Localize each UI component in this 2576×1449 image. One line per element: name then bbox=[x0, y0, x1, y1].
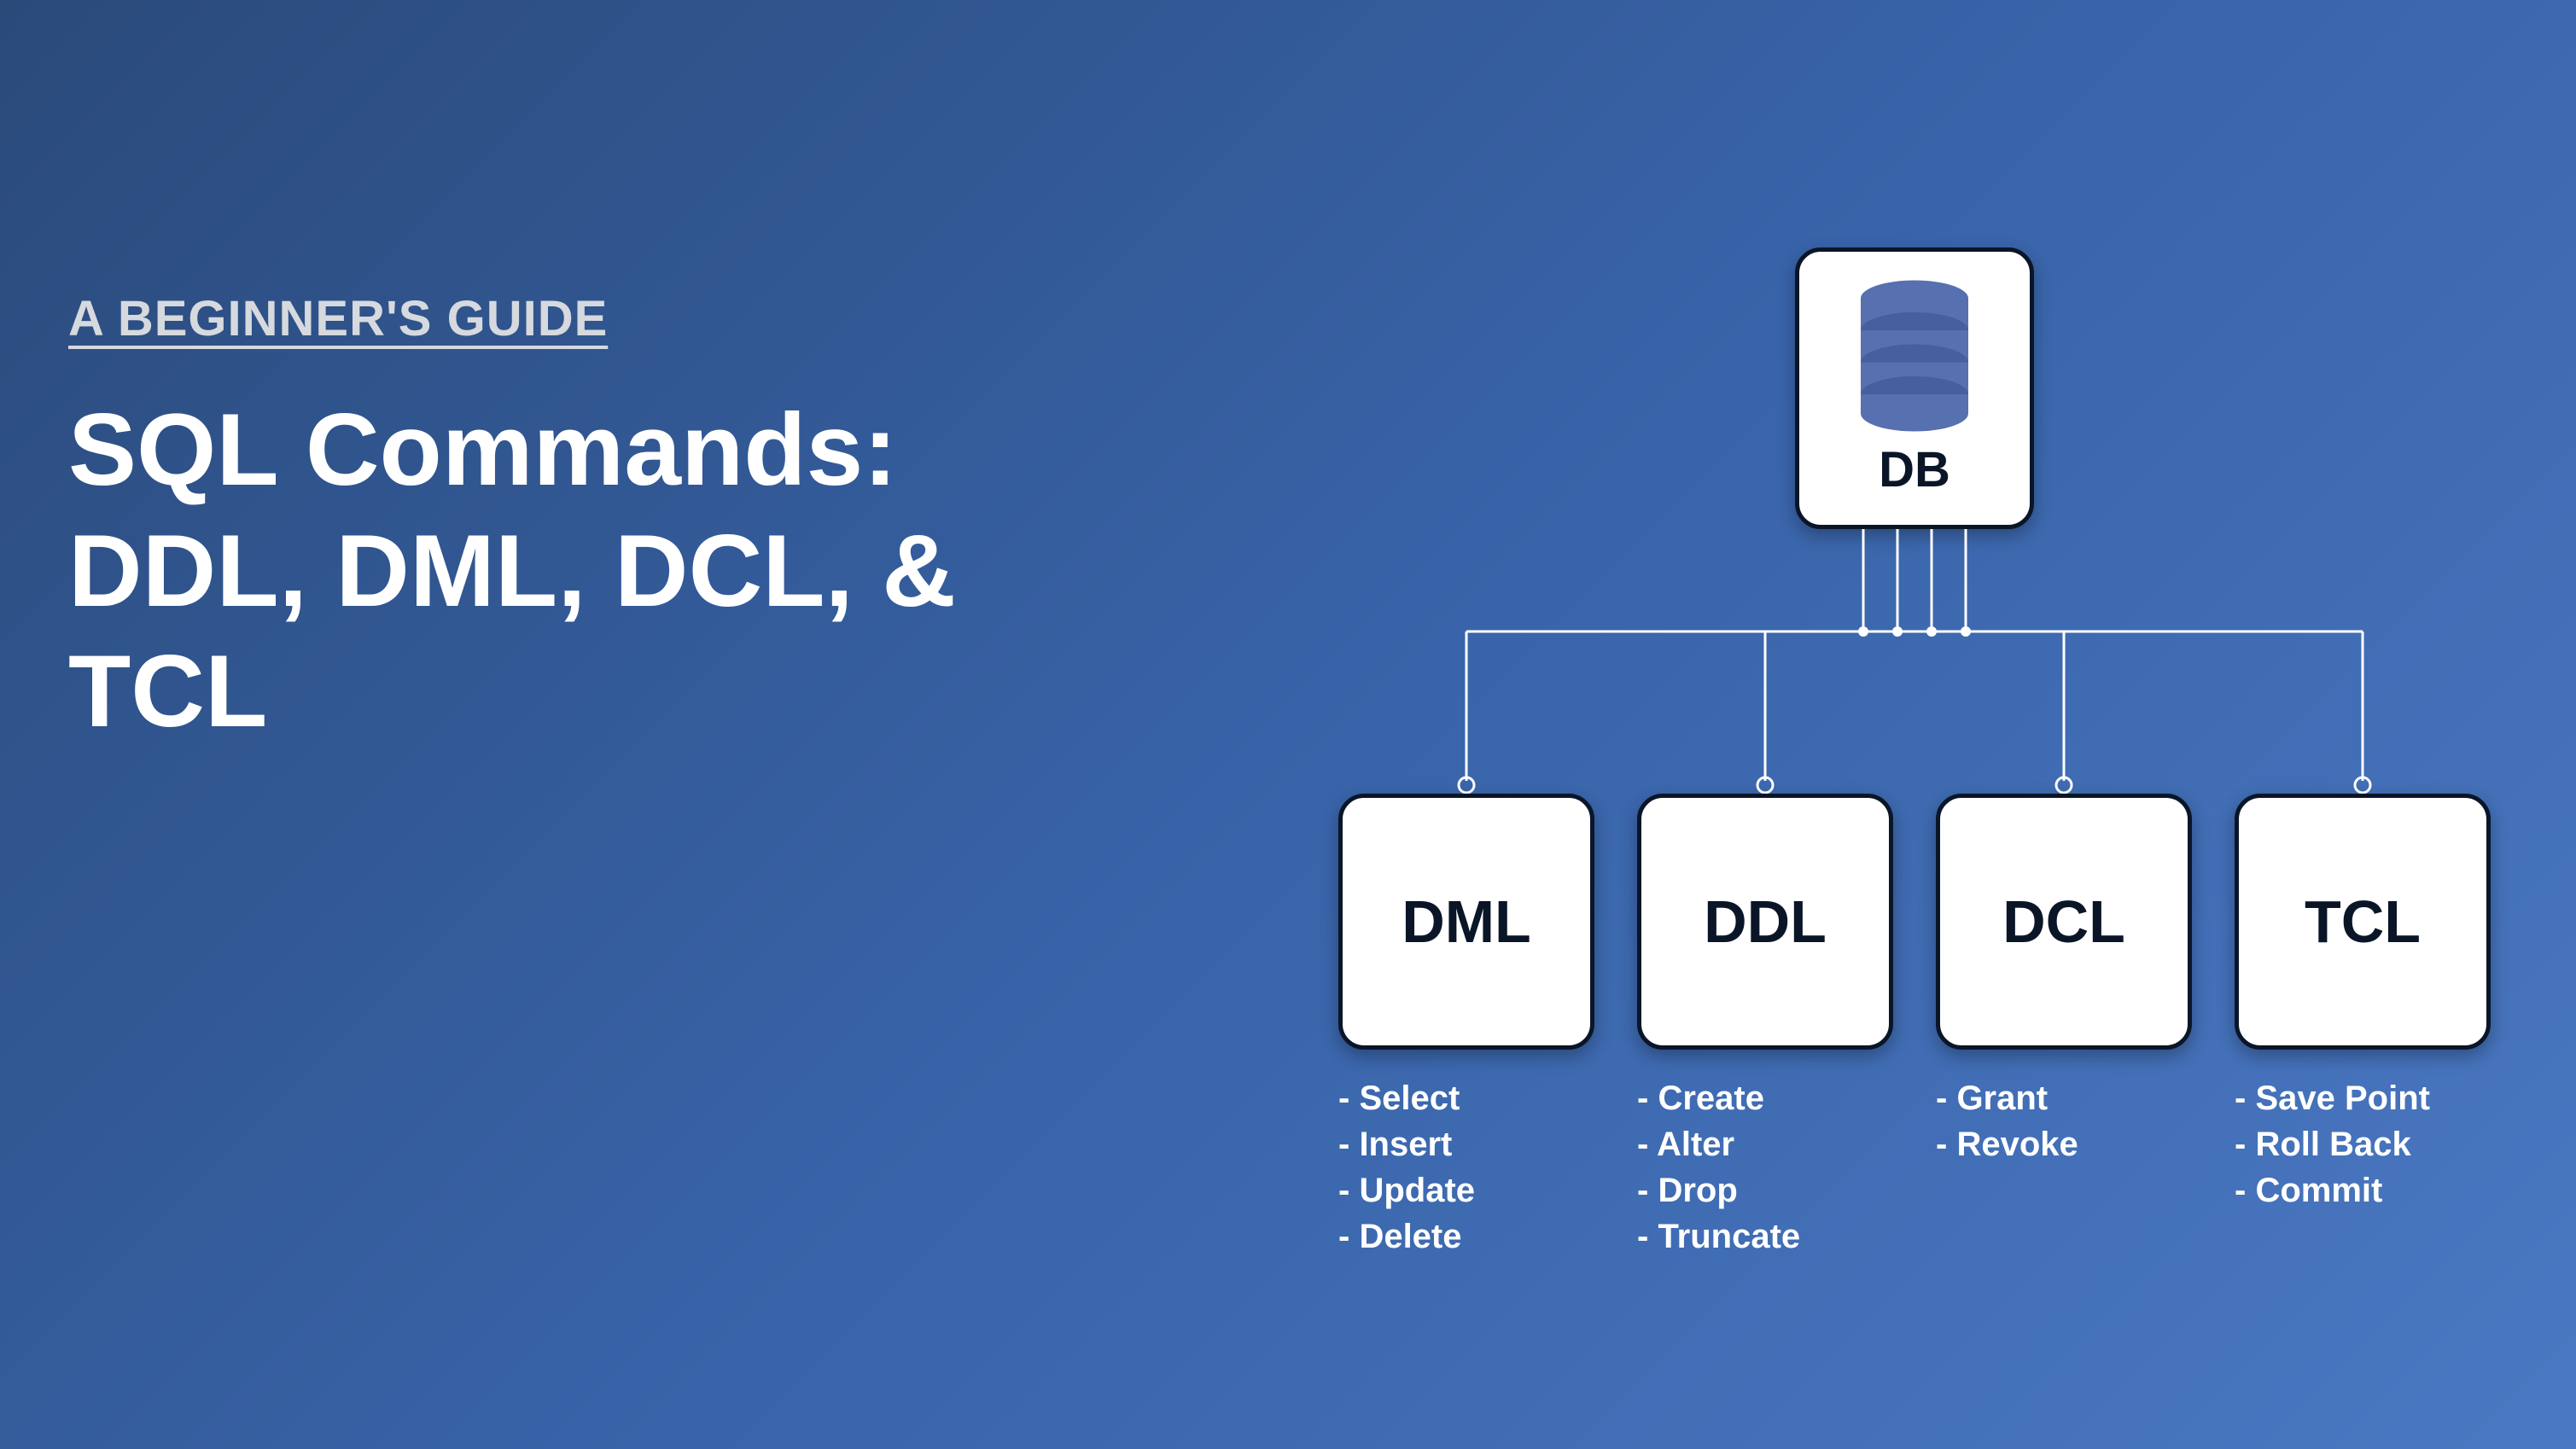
db-label: DB bbox=[1879, 441, 1950, 498]
db-root-node: DB bbox=[1795, 247, 2034, 529]
command-list-ddl: Create Alter Drop Truncate bbox=[1637, 1075, 1893, 1260]
sql-commands-diagram: DB DML DDL DCL TCL bbox=[1338, 247, 2491, 1272]
command-item: Insert bbox=[1338, 1121, 1594, 1167]
subtitle: A BEGINNER'S GUIDE bbox=[68, 290, 956, 347]
category-box-dcl: DCL bbox=[1936, 794, 2192, 1050]
connector-lines bbox=[1338, 529, 2491, 794]
title-line-2: DDL, DML, DCL, & bbox=[68, 511, 956, 632]
category-label: DML bbox=[1402, 887, 1531, 956]
category-label: DDL bbox=[1704, 887, 1827, 956]
commands-row: Select Insert Update Delete Create Alter… bbox=[1338, 1075, 2491, 1260]
title-line-3: TCL bbox=[68, 631, 956, 753]
command-item: Roll Back bbox=[2235, 1121, 2491, 1167]
command-item: Select bbox=[1338, 1075, 1594, 1121]
category-label: DCL bbox=[2002, 887, 2125, 956]
command-item: Commit bbox=[2235, 1167, 2491, 1213]
command-item: Drop bbox=[1637, 1167, 1893, 1213]
category-row: DML DDL DCL TCL bbox=[1338, 794, 2491, 1050]
command-item: Grant bbox=[1936, 1075, 2192, 1121]
category-box-tcl: TCL bbox=[2235, 794, 2491, 1050]
database-icon bbox=[1850, 279, 1979, 433]
title-line-1: SQL Commands: bbox=[68, 390, 956, 511]
command-list-tcl: Save Point Roll Back Commit bbox=[2235, 1075, 2491, 1260]
command-item: Revoke bbox=[1936, 1121, 2192, 1167]
command-list-dcl: Grant Revoke bbox=[1936, 1075, 2192, 1260]
command-item: Alter bbox=[1637, 1121, 1893, 1167]
main-title: SQL Commands: DDL, DML, DCL, & TCL bbox=[68, 390, 956, 753]
command-item: Delete bbox=[1338, 1213, 1594, 1260]
title-block: A BEGINNER'S GUIDE SQL Commands: DDL, DM… bbox=[68, 290, 956, 753]
category-label: TCL bbox=[2305, 887, 2421, 956]
category-box-dml: DML bbox=[1338, 794, 1594, 1050]
command-item: Truncate bbox=[1637, 1213, 1893, 1260]
command-item: Create bbox=[1637, 1075, 1893, 1121]
command-list-dml: Select Insert Update Delete bbox=[1338, 1075, 1594, 1260]
command-item: Update bbox=[1338, 1167, 1594, 1213]
command-item: Save Point bbox=[2235, 1075, 2491, 1121]
category-box-ddl: DDL bbox=[1637, 794, 1893, 1050]
